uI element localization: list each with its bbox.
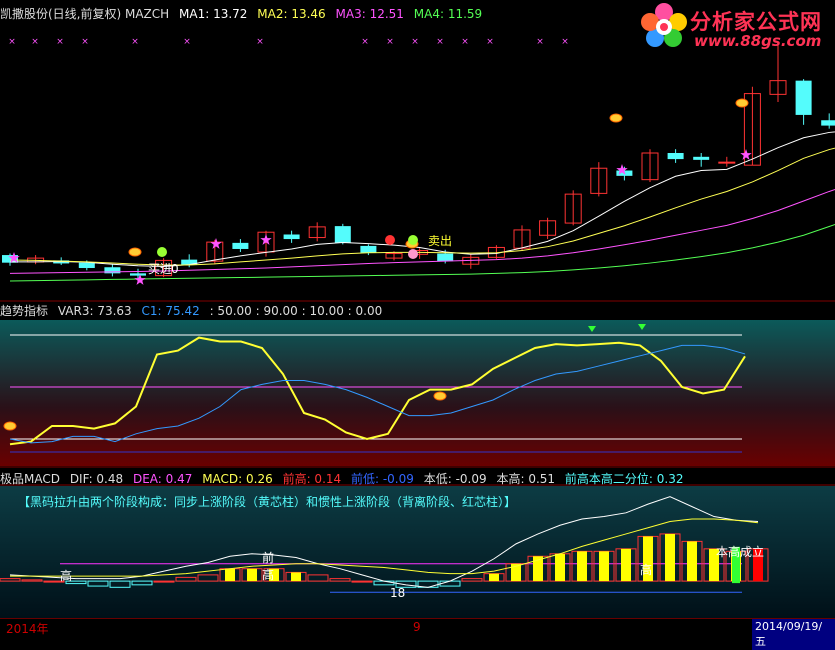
star-icon (210, 238, 222, 249)
ma1-readout: MA1: 13.72 (179, 7, 248, 21)
price-panel-title: 凯撒股份(日线,前复权) MAZCH (0, 7, 170, 21)
this-low-readout: 本低: -0.09 (423, 472, 487, 486)
macd-annotation: 【黑码拉升由两个阶段构成：同步上涨阶段（黄芯柱）和惯性上涨阶段（背离阶段、红芯柱… (18, 495, 517, 509)
quantile-readout: 前高本高二分位: 0.32 (564, 472, 684, 486)
ma3-line (9, 188, 835, 274)
trend-panel-header: 趋势指标 VAR3: 73.63 C1: 75.42 : 50.00 : 90.… (0, 303, 388, 319)
macd-bar-core (577, 551, 587, 582)
macd-bar-pos (153, 580, 175, 583)
macd-bar-core (291, 572, 301, 582)
cross-marker: × (486, 37, 494, 47)
candle-body-down (821, 120, 835, 126)
cross-marker: × (56, 37, 64, 47)
macd-bar-pos (351, 580, 373, 583)
ma1-line (10, 131, 835, 267)
dif-readout: DIF: 0.48 (69, 472, 124, 486)
level-readout: : 50.00 : 90.00 : 10.00 : 0.00 (209, 304, 383, 318)
cross-marker: × (411, 37, 419, 47)
gem-icon (128, 247, 142, 257)
cross-marker: × (436, 37, 444, 47)
candle-body-down (130, 273, 146, 276)
buy-label: 买进 (148, 262, 172, 276)
ma2-line (9, 147, 835, 266)
gem-icon (735, 98, 749, 108)
cross-marker: × (31, 37, 39, 47)
macd-bar-core (599, 551, 609, 582)
cross-marker: × (386, 37, 394, 47)
candle-body-down (78, 262, 95, 269)
heart-icon (408, 249, 418, 259)
flower-logo-icon (641, 3, 687, 47)
ma4-readout: MA4: 11.59 (413, 7, 483, 21)
prev-low-readout: 前低: -0.09 (350, 472, 414, 486)
candle-body-down (667, 153, 684, 160)
time-axis: 2014年 9 2014/09/19/五 (0, 618, 835, 650)
cross-marker: × (81, 37, 89, 47)
candle-body-down (283, 234, 300, 240)
macd-bar-core (225, 568, 235, 582)
candle-body-down (693, 156, 710, 160)
red-bag-icon (385, 235, 395, 245)
axis-month-label: 9 (413, 620, 421, 634)
macd-bar-core (489, 573, 499, 582)
macd-bar-core (555, 553, 565, 582)
macd-bar-core (247, 568, 257, 582)
cross-marker: × (361, 37, 369, 47)
gem-icon (3, 421, 17, 431)
candle-body-down (437, 253, 454, 262)
logo-url: www.88gs.com (694, 32, 822, 50)
c1-readout: C1: 75.42 (141, 304, 200, 318)
macd-bar-core (621, 548, 631, 582)
macd-readout: MACD: 0.26 (202, 472, 273, 486)
star-icon (740, 149, 752, 160)
price-panel[interactable] (2, 41, 835, 282)
axis-year-label: 2014年 (6, 622, 49, 636)
cross-marker: × (8, 37, 16, 47)
apple-icon (157, 247, 167, 257)
candle-body-down (360, 245, 377, 253)
macd-high-label: 高 (60, 568, 72, 583)
buy-value-label: 0 (171, 262, 179, 276)
macd-panel-header: 极品MACD DIF: 0.48 DEA: 0.47 MACD: 0.26 前高… (0, 471, 689, 487)
candle-body-down (104, 267, 121, 274)
dea-readout: DEA: 0.47 (132, 472, 193, 486)
site-logo: 分析家公式网 www.88gs.com (638, 0, 835, 52)
trend-panel-title: 趋势指标 (0, 304, 49, 318)
macd-bar-core (665, 533, 675, 582)
ma4-line (9, 223, 835, 282)
gem-icon (433, 391, 447, 401)
cross-marker: × (461, 37, 469, 47)
var3-readout: VAR3: 73.63 (57, 304, 132, 318)
cross-marker: × (131, 37, 139, 47)
candle-body-down (232, 242, 249, 249)
macd-prev-high-label: 前 (262, 550, 274, 565)
ma2-readout: MA2: 13.46 (257, 7, 326, 21)
ma3-readout: MA3: 12.51 (335, 7, 404, 21)
confirm-label: 成立 (740, 544, 764, 559)
prev-high-readout: 前高: 0.14 (282, 472, 342, 486)
candle-body-down (334, 226, 351, 243)
this-high-readout: 本高: 0.51 (496, 472, 556, 486)
cursor-date-label: 2014/09/19/五 (752, 619, 835, 650)
gem-icon (609, 113, 623, 123)
apple-icon (408, 235, 418, 245)
macd-bar-core (687, 541, 697, 582)
cross-marker: × (183, 37, 191, 47)
candle-body-down (795, 80, 812, 115)
sell-label: 卖出 (428, 234, 452, 248)
cross-marker: × (536, 37, 544, 47)
macd-high-label: 高 (640, 562, 652, 577)
this-high-label: 本高 (716, 544, 740, 559)
candle-body-up (718, 161, 736, 164)
cross-marker: × (256, 37, 264, 47)
cross-marker: × (561, 37, 569, 47)
price-panel-header: 凯撒股份(日线,前复权) MAZCH MA1: 13.72 MA2: 13.46… (0, 6, 488, 22)
macd-panel-title: 极品MACD (0, 472, 60, 486)
macd-count-label: 18 (390, 586, 405, 600)
macd-high-label: 高 (262, 567, 274, 582)
